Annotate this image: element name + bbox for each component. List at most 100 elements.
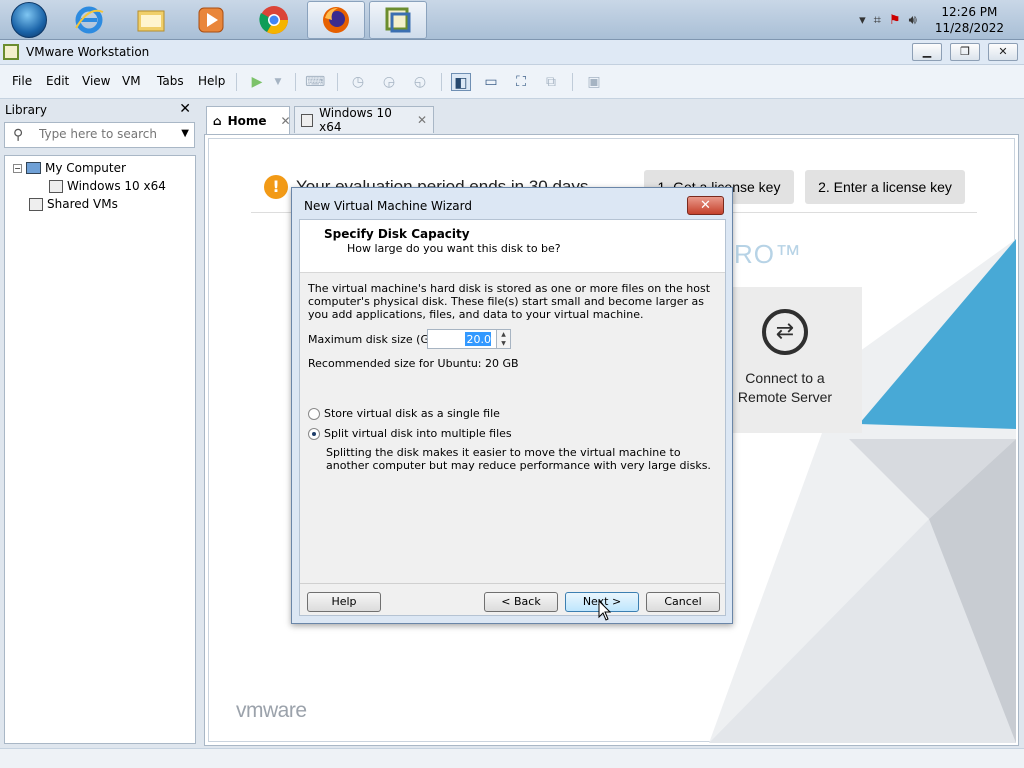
option-split-files-label: Split virtual disk into multiple files [324, 427, 512, 440]
library-title: Library [5, 103, 47, 117]
dialog-subheading: How large do you want this disk to be? [347, 242, 561, 255]
media-player-icon [198, 7, 224, 33]
help-button[interactable]: Help [307, 592, 381, 612]
vm-icon [301, 113, 314, 127]
power-dropdown-icon[interactable]: ▼ [268, 73, 288, 91]
firefox-taskbar-button[interactable] [307, 1, 365, 39]
toolbar-separator [337, 73, 338, 91]
library-close-icon[interactable]: ✕ [179, 101, 191, 117]
tree-item-vm[interactable]: Windows 10 x64 [49, 179, 166, 193]
radio-single-file[interactable] [308, 407, 320, 420]
minimize-button[interactable]: ▁ [912, 43, 942, 61]
toolbar-separator [441, 73, 442, 91]
split-description: Splitting the disk makes it easier to mo… [326, 446, 711, 472]
menu-file[interactable]: File [12, 74, 32, 88]
tree-label-my-computer: My Computer [45, 161, 126, 175]
tab-close-icon[interactable]: ✕ [417, 113, 427, 127]
start-button[interactable] [0, 1, 58, 39]
tab-home[interactable]: ⌂ Home ✕ [206, 106, 291, 134]
toolbar-separator [295, 73, 296, 91]
console-view-icon[interactable]: ▣ [584, 73, 604, 91]
library-search-input[interactable] [39, 127, 169, 141]
windows-logo-icon [11, 2, 47, 38]
menu-help[interactable]: Help [198, 74, 225, 88]
disk-description: The virtual machine's hard disk is store… [308, 282, 711, 321]
volume-icon[interactable]: 🔊︎ [909, 13, 917, 28]
internet-explorer-taskbar-button[interactable] [60, 1, 118, 39]
menu-edit[interactable]: Edit [46, 74, 69, 88]
library-search: ⚲ ▼ [4, 122, 195, 148]
close-window-button[interactable]: ✕ [988, 43, 1018, 61]
dialog-heading: Specify Disk Capacity [324, 227, 470, 241]
thumbnail-bar-icon[interactable]: ▭ [481, 73, 501, 91]
tree-item-my-computer[interactable]: − My Computer [13, 161, 126, 175]
media-player-taskbar-button[interactable] [182, 1, 240, 39]
snapshot-manager-icon[interactable]: ◵ [410, 73, 430, 91]
clock-time: 12:26 PM [941, 5, 998, 19]
dialog-body: Specify Disk Capacity How large do you w… [299, 219, 726, 616]
collapse-icon[interactable]: − [13, 163, 22, 173]
clock[interactable]: 12:26 PM 11/28/2022 [925, 4, 1018, 36]
search-dropdown-icon[interactable]: ▼ [181, 128, 189, 139]
menu-tabs[interactable]: Tabs [157, 74, 184, 88]
dialog-header: Specify Disk Capacity How large do you w… [300, 220, 725, 273]
enter-license-key-button[interactable]: 2. Enter a license key [805, 170, 965, 204]
firefox-icon [323, 7, 349, 33]
full-screen-icon[interactable]: ⛶ [511, 73, 531, 91]
library-tree: − My Computer Windows 10 x64 Shared VMs [4, 155, 196, 744]
tile-label-line-1: Connect to a [745, 370, 825, 386]
radio-split-files[interactable] [308, 427, 320, 440]
toolbar-separator [572, 73, 573, 91]
window-title: VMware Workstation [26, 45, 150, 59]
cancel-button[interactable]: Cancel [646, 592, 720, 612]
tab-vm-label: Windows 10 x64 [319, 106, 392, 134]
file-explorer-taskbar-button[interactable] [122, 1, 180, 39]
recommended-size: Recommended size for Ubuntu: 20 GB [308, 357, 519, 370]
home-icon: ⌂ [213, 113, 222, 128]
tree-label-vm: Windows 10 x64 [67, 179, 166, 193]
library-panel: Library ✕ ⚲ ▼ − My Computer Windows 10 x… [0, 100, 199, 748]
option-single-file-label: Store virtual disk as a single file [324, 407, 500, 420]
remote-server-icon [762, 309, 808, 355]
spin-up-icon[interactable]: ▲ [496, 330, 510, 339]
action-center-icon[interactable]: ⚑ [889, 13, 901, 28]
menu-vm[interactable]: VM [122, 74, 141, 88]
show-library-icon[interactable]: ◧ [451, 73, 471, 91]
option-split-files[interactable]: Split virtual disk into multiple files [308, 427, 512, 440]
send-ctrl-alt-del-icon[interactable]: ⌨ [305, 73, 325, 91]
warning-icon: ! [264, 175, 288, 199]
new-vm-wizard-dialog: New Virtual Machine Wizard ✕ Specify Dis… [291, 187, 733, 624]
snapshot-icon[interactable]: ◷ [348, 73, 368, 91]
chrome-taskbar-button[interactable] [245, 1, 303, 39]
power-on-icon[interactable]: ▶ [247, 73, 267, 91]
spin-down-icon[interactable]: ▼ [496, 339, 510, 348]
toolbar-separator [236, 73, 237, 91]
clock-date: 11/28/2022 [934, 21, 1004, 35]
tab-windows-10[interactable]: Windows 10 x64 ✕ [294, 106, 434, 134]
tab-home-label: Home [227, 113, 267, 128]
network-icon[interactable]: ⌗ [874, 13, 881, 28]
revert-snapshot-icon[interactable]: ◶ [379, 73, 399, 91]
product-name-fragment: RO™ [734, 239, 802, 269]
dialog-close-button[interactable]: ✕ [687, 196, 724, 215]
restore-button[interactable]: ❐ [950, 43, 980, 61]
max-disk-size-spinner[interactable]: ▲ ▼ [427, 329, 511, 349]
menu-view[interactable]: View [82, 74, 110, 88]
tab-close-icon[interactable]: ✕ [281, 114, 291, 128]
tile-label: Connect to a Remote Server [732, 369, 838, 407]
tree-item-shared-vms[interactable]: Shared VMs [29, 197, 118, 211]
vm-icon [49, 179, 63, 193]
chrome-icon [259, 6, 288, 34]
search-icon: ⚲ [13, 127, 24, 143]
vmware-taskbar-button[interactable] [369, 1, 427, 39]
unity-icon[interactable]: ⧉ [541, 73, 561, 91]
vmware-logo: vmware [236, 699, 307, 722]
max-disk-size-input[interactable] [465, 332, 491, 346]
tree-label-shared-vms: Shared VMs [47, 197, 118, 211]
vmware-app-icon [3, 44, 19, 60]
mouse-cursor-icon [598, 600, 612, 621]
connect-remote-server-tile[interactable]: Connect to a Remote Server [732, 287, 862, 433]
back-button[interactable]: < Back [484, 592, 558, 612]
show-hidden-icons-icon[interactable]: ▾ [859, 13, 866, 28]
option-single-file[interactable]: Store virtual disk as a single file [308, 407, 500, 420]
